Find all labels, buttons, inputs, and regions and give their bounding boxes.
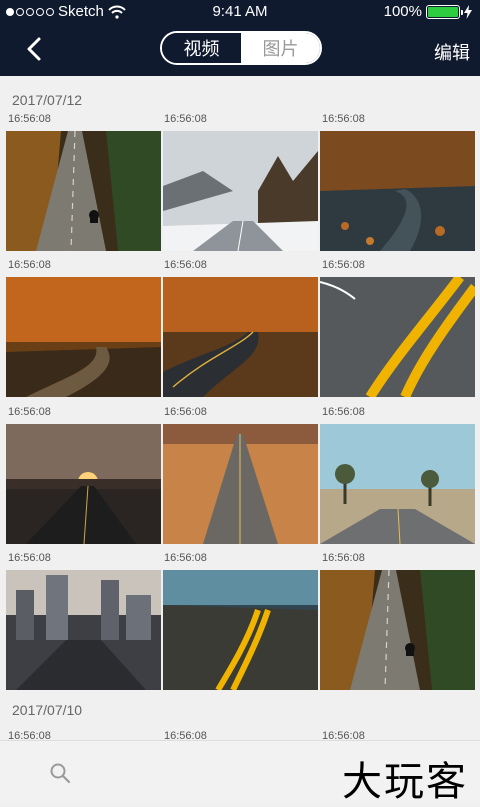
battery-percent: 100%: [383, 3, 422, 20]
clip-time: 16:56:08: [8, 406, 51, 418]
clip-time: 16:56:08: [8, 730, 51, 740]
video-thumbnail[interactable]: [320, 131, 475, 251]
bottom-bar: 大玩客: [0, 740, 480, 805]
video-thumbnail[interactable]: [320, 424, 475, 544]
clip-time: 16:56:08: [164, 552, 207, 564]
clip-time: 16:56:08: [322, 259, 365, 271]
video-thumbnail[interactable]: [6, 277, 161, 397]
clip-time: 16:56:08: [322, 113, 365, 125]
search-icon[interactable]: [48, 761, 72, 785]
video-thumbnail[interactable]: [6, 131, 161, 251]
back-arrow-icon[interactable]: [22, 36, 48, 62]
clip-time: 16:56:08: [164, 259, 207, 271]
date-header: 2017/07/10: [12, 702, 83, 718]
video-thumbnail[interactable]: [6, 570, 161, 690]
battery-icon: [426, 4, 463, 19]
video-thumbnail[interactable]: [6, 424, 161, 544]
clip-time: 16:56:08: [164, 113, 207, 125]
tab-photos[interactable]: 图片: [241, 33, 320, 63]
clip-time: 16:56:08: [164, 406, 207, 418]
media-list[interactable]: 2017/07/12 16:56:08 16:56:08 16:56:08 16…: [0, 76, 480, 740]
clip-time: 16:56:08: [8, 552, 51, 564]
clip-time: 16:56:08: [322, 406, 365, 418]
clip-time: 16:56:08: [322, 730, 365, 740]
brand-logo: 大玩客: [342, 759, 468, 805]
video-thumbnail[interactable]: [163, 131, 318, 251]
clip-time: 16:56:08: [8, 259, 51, 271]
charging-icon: [464, 4, 472, 19]
tab-videos[interactable]: 视频: [162, 33, 241, 63]
video-thumbnail[interactable]: [163, 570, 318, 690]
nav-bar: 视频 图片 编辑: [0, 24, 480, 76]
segment-control: 视频 图片: [160, 31, 322, 65]
video-thumbnail[interactable]: [320, 570, 475, 690]
top-bar: Sketch 9:41 AM 100% 视频 图片 编辑: [0, 0, 480, 76]
video-thumbnail[interactable]: [163, 424, 318, 544]
date-header: 2017/07/12: [12, 92, 83, 108]
status-bar: Sketch 9:41 AM 100%: [0, 0, 480, 24]
clip-time: 16:56:08: [164, 730, 207, 740]
edit-button[interactable]: 编辑: [434, 39, 470, 65]
clip-time: 16:56:08: [322, 552, 365, 564]
status-right: 100%: [384, 3, 472, 20]
clip-time: 16:56:08: [8, 113, 51, 125]
video-thumbnail[interactable]: [163, 277, 318, 397]
video-thumbnail[interactable]: [320, 277, 475, 397]
